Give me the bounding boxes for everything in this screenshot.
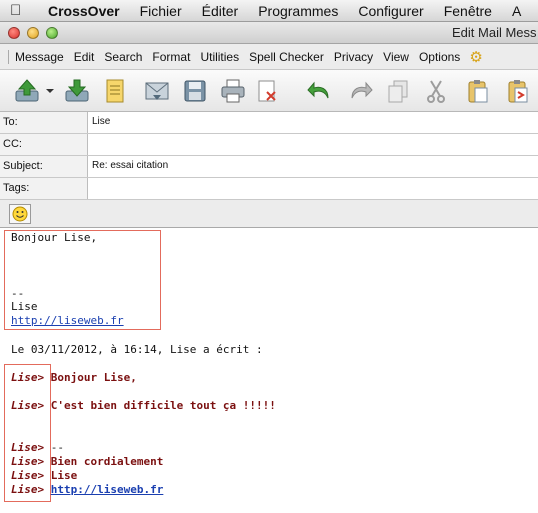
copy-icon[interactable] bbox=[383, 77, 413, 105]
mac-menu-configurer[interactable]: Configurer bbox=[348, 3, 433, 19]
mac-menu-programmes[interactable]: Programmes bbox=[248, 3, 348, 19]
zoom-window-button[interactable] bbox=[46, 27, 58, 39]
signature-name: Lise bbox=[11, 300, 38, 313]
mac-menu-fichier[interactable]: Fichier bbox=[130, 3, 192, 19]
mac-menu-bar:  CrossOver Fichier Éditer Programmes Co… bbox=[0, 0, 538, 22]
send-later-icon[interactable] bbox=[142, 77, 172, 105]
delete-draft-icon[interactable] bbox=[252, 77, 282, 105]
close-window-button[interactable] bbox=[8, 27, 20, 39]
signature-link[interactable]: http://liseweb.fr bbox=[11, 314, 124, 327]
paste-quote-icon[interactable] bbox=[503, 77, 533, 105]
to-field[interactable]: Lise bbox=[88, 112, 538, 133]
emoji-bar bbox=[0, 200, 538, 228]
app-menu-bar: Message Edit Search Format Utilities Spe… bbox=[0, 44, 538, 70]
gear-icon[interactable]: ⚙ bbox=[469, 48, 482, 66]
redo-icon[interactable] bbox=[345, 77, 375, 105]
chevron-down-icon[interactable] bbox=[40, 77, 60, 105]
undo-icon[interactable] bbox=[305, 77, 335, 105]
paste-icon[interactable] bbox=[463, 77, 493, 105]
quote-marker: Lise> bbox=[11, 399, 45, 412]
tags-label: Tags: bbox=[0, 178, 88, 199]
window-title: Edit Mail Mess bbox=[452, 25, 537, 40]
quote-marker: Lise> bbox=[11, 441, 45, 454]
mac-menu-editer[interactable]: Éditer bbox=[192, 3, 249, 19]
message-body[interactable]: Bonjour Lise, -- Lise http://liseweb.fr … bbox=[0, 228, 538, 513]
to-row: To: Lise bbox=[0, 112, 538, 134]
menu-message[interactable]: Message bbox=[8, 49, 69, 64]
quote-line: Lise> C'est bien difficile tout ça !!!!! bbox=[11, 399, 276, 412]
menu-utilities[interactable]: Utilities bbox=[195, 50, 244, 64]
menu-search[interactable]: Search bbox=[99, 50, 147, 64]
quote-line: Lise> -- bbox=[11, 441, 64, 454]
save-draft-icon[interactable] bbox=[180, 77, 210, 105]
quote-marker: Lise> bbox=[11, 483, 45, 496]
cut-icon[interactable] bbox=[421, 77, 451, 105]
mac-menu-aide[interactable]: A bbox=[502, 3, 531, 19]
quote-marker: Lise> bbox=[11, 455, 45, 468]
quote-line: Lise> Bien cordialement bbox=[11, 455, 164, 468]
cc-row: CC: bbox=[0, 134, 538, 156]
quote-line: Lise> http://liseweb.fr bbox=[11, 483, 163, 496]
tags-field[interactable] bbox=[88, 178, 538, 199]
minimize-window-button[interactable] bbox=[27, 27, 39, 39]
cc-field[interactable] bbox=[88, 134, 538, 155]
menu-view[interactable]: View bbox=[378, 50, 414, 64]
quote-line: Lise> Bonjour Lise, bbox=[11, 371, 137, 384]
menu-options[interactable]: Options bbox=[414, 50, 465, 64]
quoted-link[interactable]: http://liseweb.fr bbox=[51, 483, 164, 496]
tags-row: Tags: bbox=[0, 178, 538, 200]
menu-spell-checker[interactable]: Spell Checker bbox=[244, 50, 329, 64]
mac-menu-app[interactable]: CrossOver bbox=[38, 3, 130, 19]
subject-field[interactable]: Re: essai citation bbox=[88, 156, 538, 177]
print-icon[interactable] bbox=[218, 77, 248, 105]
menu-privacy[interactable]: Privacy bbox=[329, 50, 378, 64]
address-book-icon[interactable] bbox=[100, 77, 130, 105]
window-title-bar: Edit Mail Mess bbox=[0, 22, 538, 44]
mac-menu-fenetre[interactable]: Fenêtre bbox=[434, 3, 502, 19]
menu-format[interactable]: Format bbox=[147, 50, 195, 64]
apple-icon[interactable]:  bbox=[10, 2, 28, 19]
send-icon[interactable] bbox=[12, 77, 42, 105]
toolbar bbox=[0, 70, 538, 112]
subject-label: Subject: bbox=[0, 156, 88, 177]
quote-marker: Lise> bbox=[11, 469, 45, 482]
save-download-icon[interactable] bbox=[62, 77, 92, 105]
subject-row: Subject: Re: essai citation bbox=[0, 156, 538, 178]
smiley-icon[interactable] bbox=[9, 204, 31, 224]
greeting-line: Bonjour Lise, bbox=[11, 231, 98, 244]
quote-marker: Lise> bbox=[11, 371, 45, 384]
signature-separator: -- bbox=[11, 287, 25, 300]
to-label: To: bbox=[0, 112, 88, 133]
quote-line: Lise> Lise bbox=[11, 469, 78, 482]
cc-label: CC: bbox=[0, 134, 88, 155]
attribution-line: Le 03/11/2012, à 16:14, Lise a écrit : bbox=[11, 343, 263, 356]
menu-edit[interactable]: Edit bbox=[69, 50, 100, 64]
